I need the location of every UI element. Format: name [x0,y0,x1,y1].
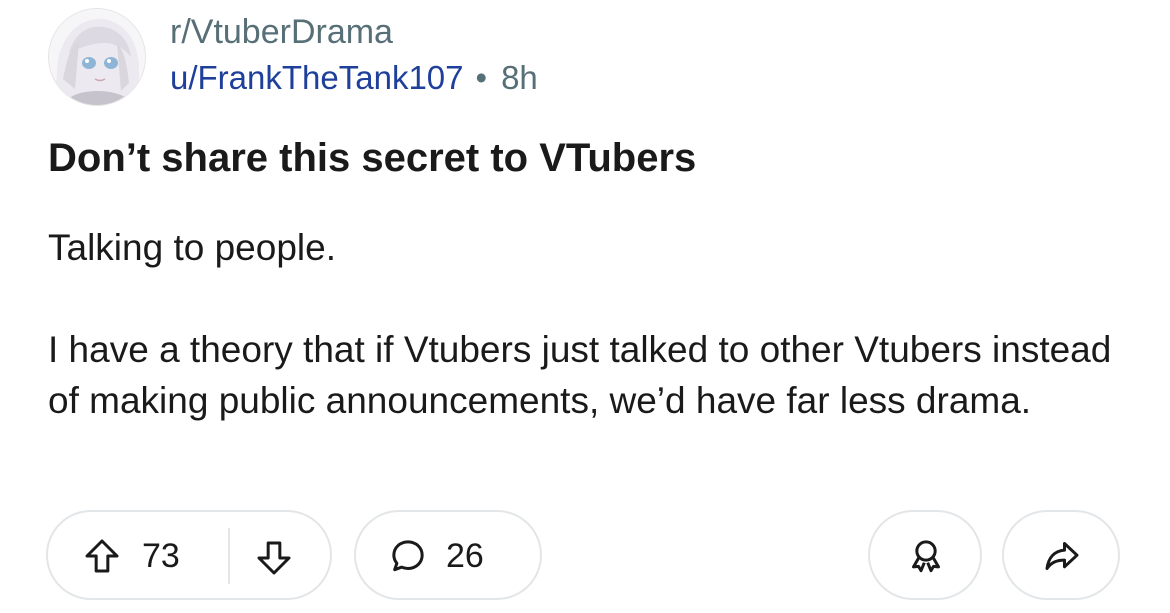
post-byline: u/FrankTheTank107 • 8h [170,58,538,98]
post-body-paragraph: Talking to people. [48,227,336,268]
upvote-count: 73 [142,537,180,575]
award-icon [906,536,946,576]
post-body-paragraph: I have a theory that if Vtubers just tal… [48,329,1112,421]
post-time: 8h [501,59,538,96]
share-button[interactable] [1002,510,1120,600]
share-arrow-icon [1042,536,1082,576]
anime-avatar-icon [49,9,145,105]
meta-separator: • [475,59,488,96]
author-username[interactable]: u/FrankTheTank107 [170,59,464,96]
subreddit-avatar[interactable] [48,8,146,106]
comment-count: 26 [446,537,484,575]
award-button[interactable] [868,510,982,600]
arrow-down-icon[interactable] [254,538,294,578]
subreddit-name[interactable]: r/VtuberDrama [170,12,393,52]
post-title[interactable]: Don’t share this secret to VTubers [48,132,1128,184]
vote-divider [228,528,230,584]
comment-button[interactable]: 26 [354,510,542,600]
arrow-up-icon[interactable] [82,536,122,576]
comment-bubble-icon [388,536,428,576]
post-body: Talking to people. I have a theory that … [48,222,1138,426]
vote-control: 73 [46,510,332,600]
